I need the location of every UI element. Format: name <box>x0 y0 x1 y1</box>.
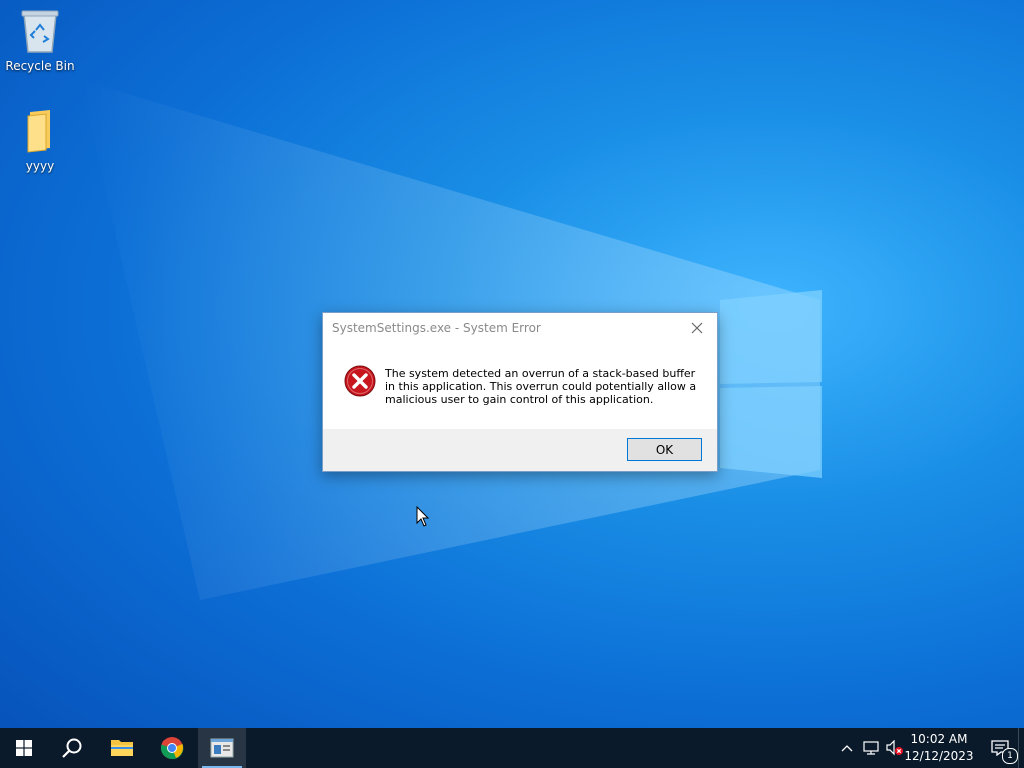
file-explorer-icon <box>111 740 133 756</box>
show-desktop-button[interactable] <box>1018 728 1024 768</box>
recycle-bin-icon <box>21 10 59 53</box>
close-icon <box>691 322 703 334</box>
taskbar-system-settings[interactable] <box>198 728 246 768</box>
dialog-title: SystemSettings.exe - System Error <box>332 321 541 335</box>
mouse-cursor-icon <box>416 506 430 527</box>
taskbar-file-explorer[interactable] <box>98 728 146 768</box>
dialog-footer: OK <box>323 429 717 471</box>
desktop-icon-label: yyyy <box>25 159 55 173</box>
clock-time: 10:02 AM <box>910 732 968 746</box>
chrome-icon <box>160 737 184 760</box>
search-button[interactable] <box>48 728 96 768</box>
volume-button[interactable] <box>884 728 906 768</box>
desktop-icon-recycle-bin[interactable]: Recycle Bin <box>2 8 78 73</box>
desktop-icon-folder-yyyy[interactable]: yyyy <box>2 108 78 173</box>
desktop-icon-label: Recycle Bin <box>5 59 75 73</box>
network-icon <box>863 741 879 755</box>
error-icon <box>344 365 376 397</box>
volume-muted-icon <box>886 740 903 756</box>
windows-logo-wallpaper <box>720 290 822 478</box>
desktop: Recycle Bin yyyy SystemSettings.exe - Sy… <box>0 0 1024 728</box>
ok-button[interactable]: OK <box>627 438 702 461</box>
search-icon <box>62 738 82 758</box>
close-button[interactable] <box>683 317 711 339</box>
clock-date: 12/12/2023 <box>904 749 974 763</box>
chevron-up-icon <box>841 745 853 752</box>
dialog-titlebar[interactable]: SystemSettings.exe - System Error <box>323 313 717 343</box>
folder-icon <box>27 110 50 153</box>
taskbar: 10:02 AM 12/12/2023 1 <box>0 728 1024 768</box>
windows-start-icon <box>16 740 32 756</box>
error-dialog: SystemSettings.exe - System Error The sy… <box>322 312 718 472</box>
dialog-message: The system detected an overrun of a stac… <box>385 367 697 406</box>
show-hidden-icons-button[interactable] <box>838 728 856 768</box>
system-settings-app-icon <box>210 738 234 758</box>
taskbar-chrome[interactable] <box>148 728 196 768</box>
notification-badge: 1 <box>1002 748 1018 764</box>
action-center-button[interactable]: 1 <box>980 728 1020 768</box>
network-button[interactable] <box>860 728 882 768</box>
dialog-body: The system detected an overrun of a stac… <box>323 343 717 429</box>
start-button[interactable] <box>0 728 48 768</box>
clock[interactable]: 10:02 AM 12/12/2023 <box>904 731 974 765</box>
